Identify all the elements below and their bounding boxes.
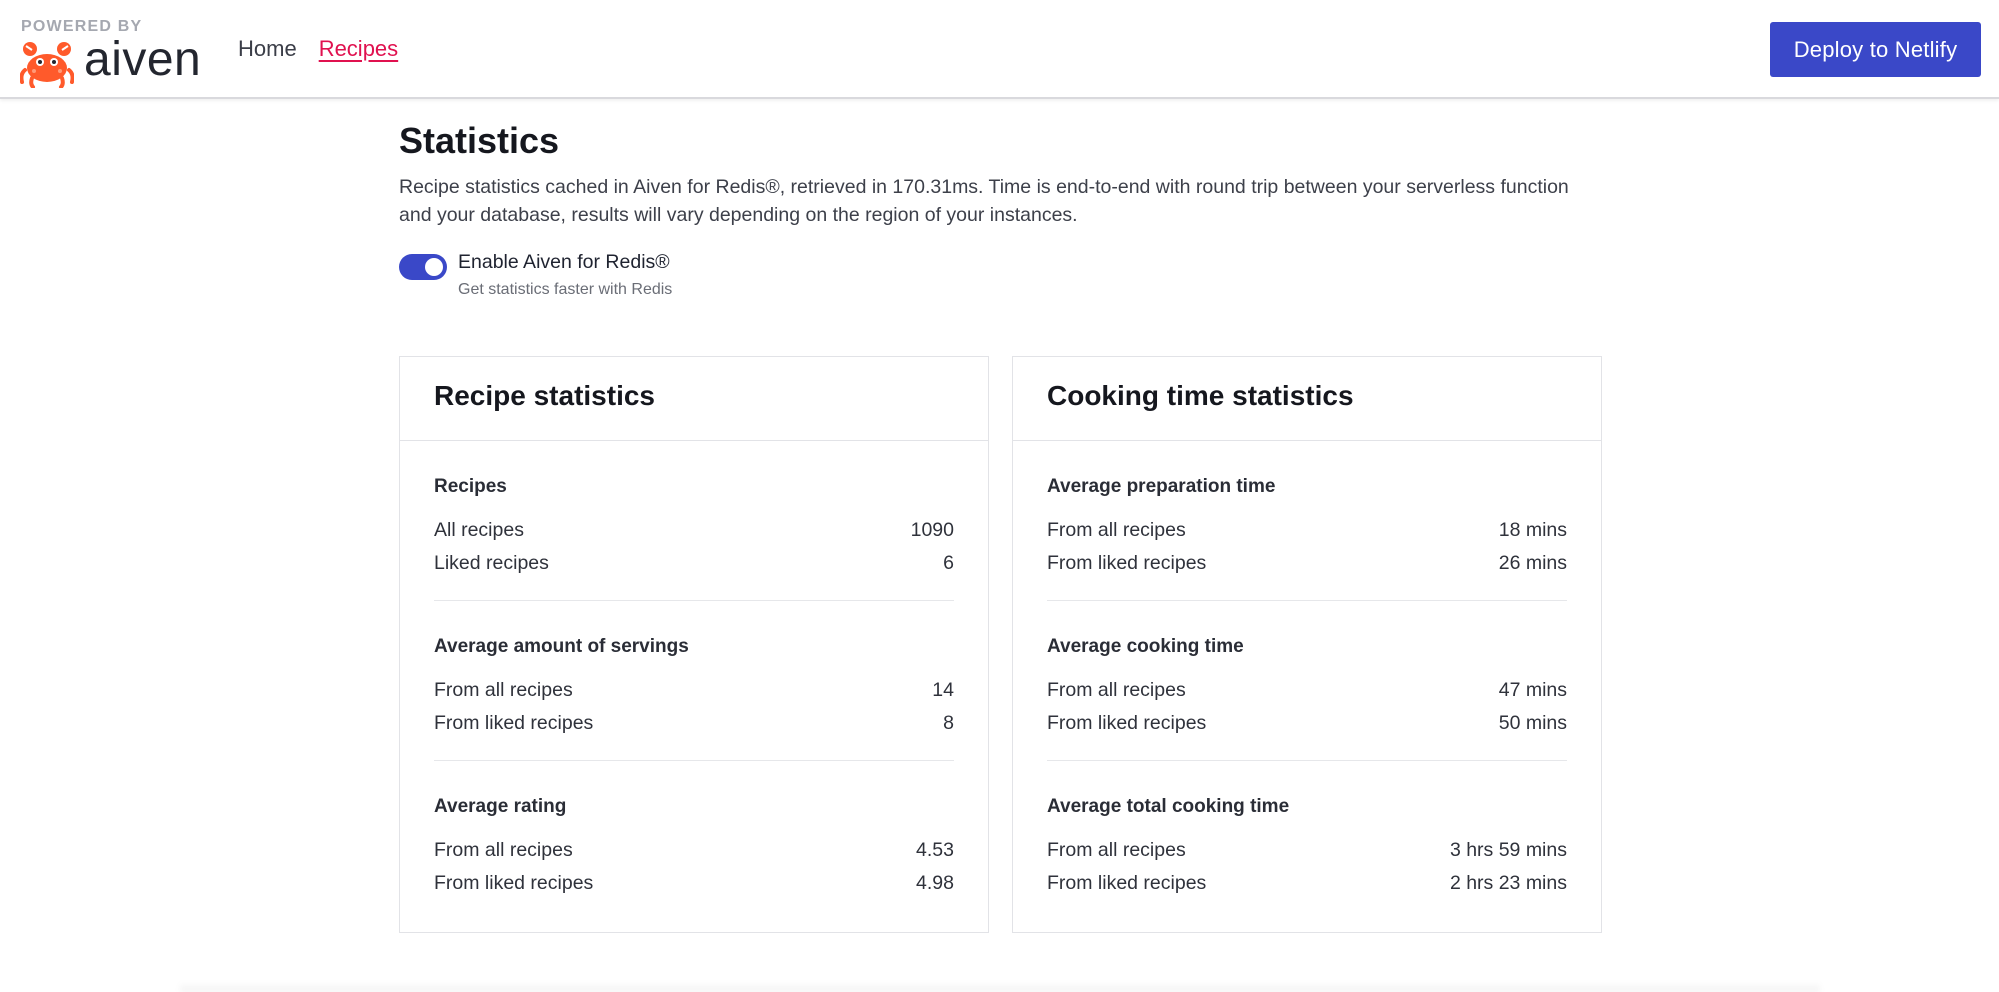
stat-row: From liked recipes 50 mins <box>1047 707 1567 740</box>
card-body: Average preparation time From all recipe… <box>1013 441 1601 920</box>
cooking-time-statistics-card: Cooking time statistics Average preparat… <box>1012 356 1602 933</box>
stat-value: 18 mins <box>1498 519 1567 541</box>
stat-label: From all recipes <box>1047 839 1186 861</box>
stat-row: From all recipes 3 hrs 59 mins <box>1047 834 1567 867</box>
main-content: Statistics Recipe statistics cached in A… <box>399 99 1604 933</box>
stat-section: Average amount of servings From all reci… <box>434 601 954 761</box>
section-title: Average amount of servings <box>434 636 689 657</box>
stat-value: 50 mins <box>1498 712 1567 734</box>
card-body: Recipes All recipes 1090 Liked recipes 6… <box>400 441 988 920</box>
redis-toggle-label: Enable Aiven for Redis® <box>458 250 670 273</box>
stat-row: From liked recipes 4.98 <box>434 867 954 900</box>
card-title: Recipe statistics <box>434 380 655 411</box>
stat-section: Average rating From all recipes 4.53 Fro… <box>434 761 954 920</box>
stat-value: 3 hrs 59 mins <box>1449 839 1567 861</box>
stat-value: 14 <box>932 679 954 701</box>
page-title: Statistics <box>399 120 560 161</box>
stat-value: 2 hrs 23 mins <box>1449 872 1567 894</box>
redis-toggle-row: Enable Aiven for Redis® Get statistics f… <box>399 251 1604 307</box>
stat-value: 6 <box>943 552 954 574</box>
card-header: Recipe statistics <box>400 357 988 441</box>
main-nav: Home Recipes <box>238 36 398 62</box>
stat-value: 26 mins <box>1498 552 1567 574</box>
nav-recipes-link[interactable]: Recipes <box>319 36 398 62</box>
stat-row: From liked recipes 2 hrs 23 mins <box>1047 867 1567 900</box>
section-title: Average cooking time <box>1047 636 1244 657</box>
stat-section: Average total cooking time From all reci… <box>1047 761 1567 920</box>
section-title: Average rating <box>434 796 567 817</box>
stat-label: From liked recipes <box>1047 552 1207 574</box>
stat-label: All recipes <box>434 519 524 541</box>
stat-row: All recipes 1090 <box>434 514 954 547</box>
redis-toggle-sublabel: Get statistics faster with Redis <box>458 280 673 298</box>
brand-wordmark: aiven <box>84 33 202 86</box>
stat-row: From liked recipes 8 <box>434 707 954 740</box>
stat-value: 47 mins <box>1498 679 1567 701</box>
stat-row: From all recipes 4.53 <box>434 834 954 867</box>
stat-label: From all recipes <box>434 679 573 701</box>
stat-section: Average cooking time From all recipes 47… <box>1047 601 1567 761</box>
stat-label: From all recipes <box>1047 519 1186 541</box>
deploy-to-netlify-button[interactable]: Deploy to Netlify <box>1770 22 1981 77</box>
top-header: POWERED BY aiven Home Recipes Deploy to … <box>0 0 1999 99</box>
redis-toggle-switch[interactable] <box>399 253 447 280</box>
stat-section: Recipes All recipes 1090 Liked recipes 6 <box>434 441 954 601</box>
section-title: Average total cooking time <box>1047 796 1290 817</box>
stat-row: From all recipes 14 <box>434 674 954 707</box>
stat-label: From liked recipes <box>1047 872 1207 894</box>
stat-row: From all recipes 47 mins <box>1047 674 1567 707</box>
stat-row: From all recipes 18 mins <box>1047 514 1567 547</box>
stat-label: From liked recipes <box>1047 712 1207 734</box>
stat-value: 4.53 <box>916 839 954 861</box>
card-title: Cooking time statistics <box>1047 380 1354 411</box>
card-header: Cooking time statistics <box>1013 357 1601 441</box>
crab-icon <box>20 42 74 88</box>
recipe-statistics-card: Recipe statistics Recipes All recipes 10… <box>399 356 989 933</box>
stat-label: Liked recipes <box>434 552 549 574</box>
page-description: Recipe statistics cached in Aiven for Re… <box>399 175 1569 226</box>
nav-home-link[interactable]: Home <box>238 36 297 62</box>
stat-value: 1090 <box>910 519 954 541</box>
stat-value: 4.98 <box>916 872 954 894</box>
toggle-knob <box>425 257 443 276</box>
stat-label: From liked recipes <box>434 712 594 734</box>
stat-label: From all recipes <box>434 839 573 861</box>
brand-logo[interactable]: POWERED BY aiven <box>20 18 210 88</box>
stat-row: From liked recipes 26 mins <box>1047 547 1567 580</box>
stat-row: Liked recipes 6 <box>434 547 954 580</box>
stat-label: From all recipes <box>1047 679 1186 701</box>
section-title: Average preparation time <box>1047 476 1276 497</box>
stat-section: Average preparation time From all recipe… <box>1047 441 1567 601</box>
section-title: Recipes <box>434 476 507 497</box>
stat-value: 8 <box>943 712 954 734</box>
stat-label: From liked recipes <box>434 872 594 894</box>
